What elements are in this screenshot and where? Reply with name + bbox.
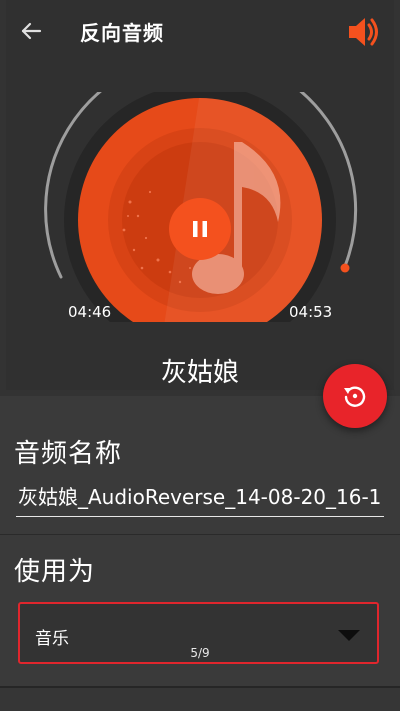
pause-icon — [169, 198, 231, 260]
volume-up-icon — [349, 18, 378, 46]
player-panel: 反向音频 04:46 04:53 灰姑娘 — [0, 0, 400, 396]
audio-name-input[interactable] — [16, 478, 384, 517]
use-as-label: 使用为 — [14, 557, 96, 587]
arrow-left-icon — [21, 22, 42, 40]
reverse-audio-screen: 反向音频 04:46 04:53 灰姑娘 音频名称 灰姑娘_AudioRever… — [0, 0, 400, 711]
volume-button[interactable] — [345, 12, 387, 52]
pause-button[interactable] — [169, 198, 231, 260]
section-divider — [0, 534, 400, 535]
back-button[interactable] — [16, 16, 46, 46]
audio-name-label: 音频名称 — [14, 439, 123, 469]
bottom-section — [0, 688, 400, 711]
page-title: 反向音频 — [80, 21, 164, 45]
triangle-down-icon — [338, 630, 360, 641]
progress-thumb[interactable] — [340, 263, 350, 273]
time-elapsed: 04:46 — [68, 303, 112, 321]
time-total: 04:53 — [289, 303, 333, 321]
replay-button[interactable] — [323, 364, 387, 428]
replay-icon — [344, 386, 366, 407]
top-app-bar: 反向音频 — [0, 0, 400, 62]
page-indicator: 5/9 — [190, 646, 210, 660]
